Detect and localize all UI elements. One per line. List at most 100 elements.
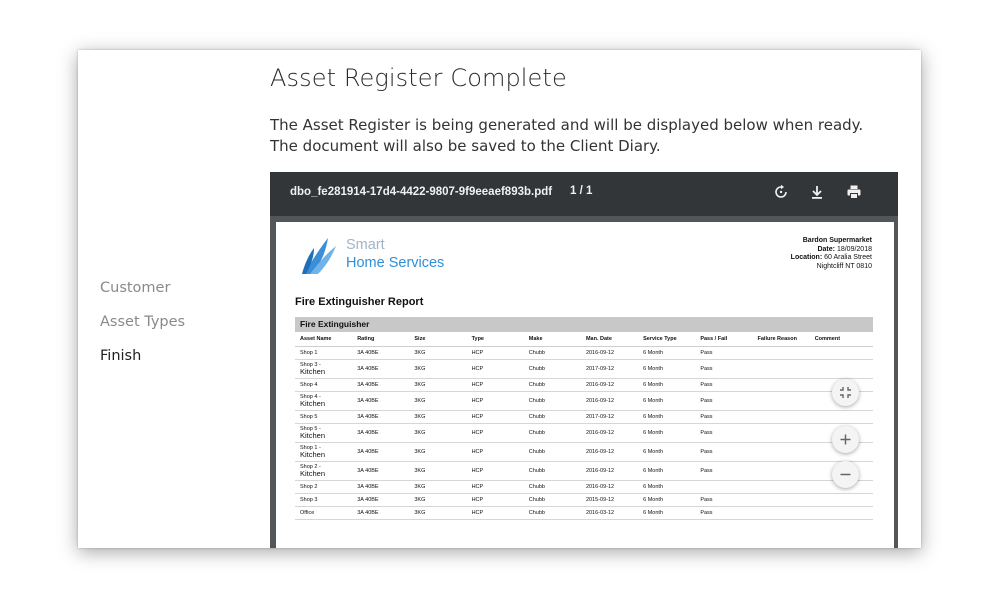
table-row: Shop 1 3A 40BE 3KG HCP Chubb 2016-09-12 6 Mont… [295,346,873,360]
cell-service-type: 6 Month [638,506,696,520]
cell-rating: 3A 40BE [352,423,410,443]
cell-size: 3KG [409,480,467,494]
cell-failure-reason [752,461,810,481]
cell-pass-fail: Pass [695,493,753,507]
logo-line2: Home Services [346,255,445,271]
cell-failure-reason [752,391,810,411]
cell-size: 3KG [409,461,467,481]
cell-asset-name: Shop 4 - Kitchen [295,391,353,411]
asset-name-line1: Shop 5 [300,413,318,420]
step-asset-types[interactable]: Asset Types [100,314,185,348]
cell-man-date: 2016-09-12 [580,423,639,443]
cell-type: HCP [466,346,524,360]
cell-rating: 3A 40BE [352,410,410,424]
cell-type: HCP [466,378,524,392]
asset-name-line2: Kitchen [300,366,326,376]
col-type: Type [466,332,524,347]
table-row: Shop 4 - Kitchen 3A 40BE 3KG HCP Chubb 2016-09… [295,391,873,411]
cell-pass-fail: Pass [695,378,753,392]
asset-name-line2: Kitchen [300,430,326,440]
report-title: Fire Extinguisher Report [295,296,424,308]
cell-failure-reason [752,359,810,379]
cell-service-type: 6 Month [638,461,696,481]
zoom-out-button[interactable] [832,461,859,488]
cell-service-type: 6 Month [638,442,696,462]
cell-comment [809,359,873,379]
download-icon[interactable] [809,184,829,204]
pdf-toolbar: dbo_fe281914-17d4-4422-9807-9f9eeaef893b… [270,172,898,216]
cell-make: Chubb [523,378,581,392]
cell-pass-fail: Pass [695,423,753,443]
cell-pass-fail: Pass [695,359,753,379]
col-failure-reason: Failure Reason [752,332,810,347]
table-row: Shop 2 3A 40BE 3KG HCP Chubb 2016-09-12 6 Mont… [295,480,873,494]
cell-service-type: 6 Month [638,493,696,507]
cell-man-date: 2016-09-12 [580,480,639,494]
step-customer[interactable]: Customer [100,280,185,314]
col-service-type: Service Type [638,332,696,347]
cell-size: 3KG [409,423,467,443]
asset-table: Asset Name Rating Size Type Make Man. Da… [295,332,873,520]
cell-failure-reason [752,506,810,520]
cell-man-date: 2016-03-12 [580,506,639,520]
rotate-icon[interactable] [773,184,793,204]
cell-asset-name: Shop 1 [295,346,353,360]
cell-size: 3KG [409,378,467,392]
table-row: Shop 3 3A 40BE 3KG HCP Chubb 2015-09-12 6 Mont… [295,493,873,507]
cell-rating: 3A 40BE [352,346,410,360]
zoom-in-button[interactable] [832,426,859,453]
cell-asset-name: Shop 3 - Kitchen [295,359,353,379]
cell-pass-fail: Pass [695,506,753,520]
cell-service-type: 6 Month [638,391,696,411]
cell-service-type: 6 Month [638,423,696,443]
cell-asset-name: Shop 3 [295,493,353,507]
cell-make: Chubb [523,461,581,481]
step-finish[interactable]: Finish [100,348,185,382]
cell-type: HCP [466,391,524,411]
date-label: Date: [817,245,835,253]
print-icon[interactable] [846,184,866,204]
asset-name-line1: Shop 2 [300,483,318,490]
cell-size: 3KG [409,410,467,424]
cell-asset-name: Shop 2 [295,480,353,494]
wizard-steps: Customer Asset Types Finish [100,280,185,382]
cell-pass-fail: Pass [695,442,753,462]
page-description: The Asset Register is being generated an… [270,116,864,155]
table-row: Shop 4 3A 40BE 3KG HCP Chubb 2016-09-12 6 Mont… [295,378,873,392]
cell-type: HCP [466,423,524,443]
location-line2: Nightcliff NT 0810 [816,262,872,270]
cell-make: Chubb [523,442,581,462]
location-line1: 60 Aralia Street [824,254,872,261]
cell-rating: 3A 40BE [352,506,410,520]
cell-size: 3KG [409,506,467,520]
asset-name-line1: Shop 4 [300,381,318,388]
cell-make: Chubb [523,391,581,411]
cell-man-date: 2016-09-12 [580,442,639,462]
cell-size: 3KG [409,346,467,360]
fit-page-button[interactable] [832,379,859,406]
cell-man-date: 2017-09-12 [580,359,639,379]
cell-make: Chubb [523,410,581,424]
cell-rating: 3A 40BE [352,359,410,379]
pdf-filename: dbo_fe281914-17d4-4422-9807-9f9eeaef893b… [290,186,553,198]
cell-rating: 3A 40BE [352,480,410,494]
cell-man-date: 2015-09-12 [580,493,639,507]
cell-service-type: 6 Month [638,410,696,424]
col-comment: Comment [809,332,873,347]
logo-icon [302,238,336,274]
cell-pass-fail: Pass [695,461,753,481]
cell-type: HCP [466,410,524,424]
cell-make: Chubb [523,359,581,379]
cell-failure-reason [752,423,810,443]
logo-line1: Smart [346,237,385,253]
cell-pass-fail: Pass [695,346,753,360]
cell-comment [809,410,873,424]
cell-service-type: 6 Month [638,378,696,392]
cell-man-date: 2016-09-12 [580,461,639,481]
cell-asset-name: Shop 5 [295,410,353,424]
cell-size: 3KG [409,391,467,411]
cell-type: HCP [466,493,524,507]
cell-type: HCP [466,359,524,379]
page-title: Asset Register Complete [270,64,567,92]
asset-name-line2: Kitchen [300,398,326,408]
